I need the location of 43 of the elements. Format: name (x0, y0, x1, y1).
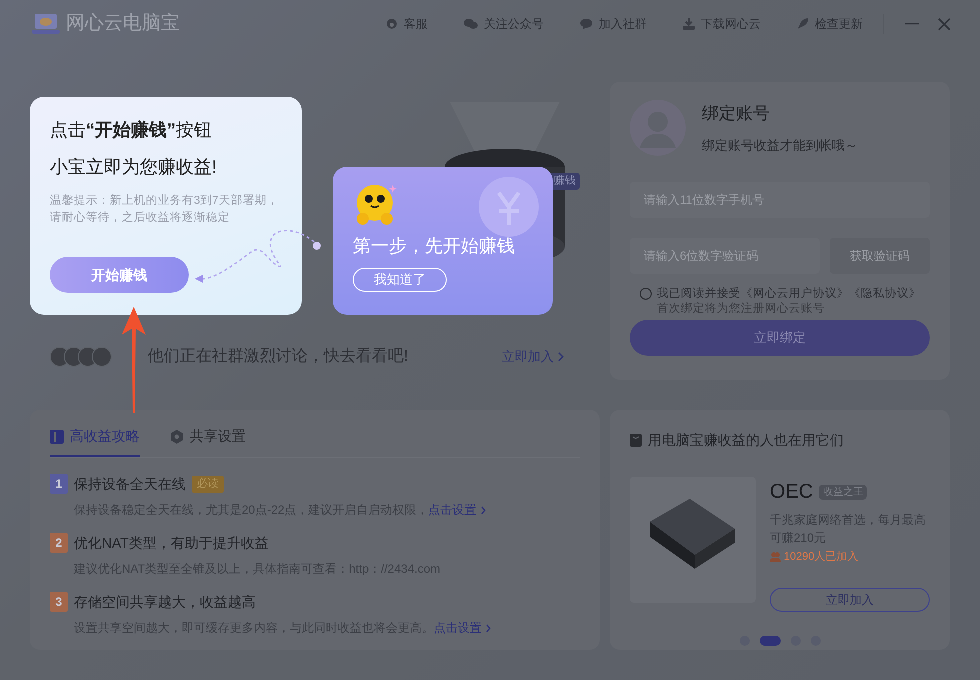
start-earning-button[interactable]: 开始赚钱 (50, 257, 189, 293)
yen-coin-icon (479, 177, 539, 237)
tip-title: 存储空间共享越大，收益越高 (74, 593, 256, 612)
bind-subtitle: 绑定账号收益才能到帐哦～ (702, 137, 858, 155)
tip-title: 保持设备全天在线 (74, 475, 186, 494)
chat-icon (580, 18, 593, 30)
agreement-text: 我已阅读并接受《网心云用户协议》《隐私协议》 (657, 286, 921, 302)
bubble-text: 第一步，先开始赚钱 (353, 235, 516, 258)
bind-button[interactable]: 立即绑定 (630, 320, 930, 356)
minimize-icon (905, 23, 919, 25)
tab[interactable]: 共享设置 (170, 426, 246, 457)
step-number: 3 (50, 592, 68, 612)
chevron-right-icon (558, 352, 564, 362)
guide-tip: 温馨提示：新上机的业务有3到7天部署期，请耐心等待，之后收益将逐渐稳定 (50, 193, 280, 226)
chat-bubbles-icon (464, 18, 478, 30)
step-number: 1 (50, 474, 68, 494)
step-number: 2 (50, 533, 68, 553)
settings-link[interactable]: 点击设置 (428, 501, 486, 519)
device-tag: 赚钱 (550, 173, 580, 190)
close-icon (938, 18, 950, 30)
app-title: 网心云电脑宝 (66, 12, 180, 36)
got-it-button[interactable]: 我知道了 (353, 268, 447, 292)
chevron-right-icon (480, 506, 486, 514)
settings-link[interactable]: 点击设置 (434, 619, 491, 637)
book-icon (50, 430, 64, 444)
guide-title: 点击“开始赚钱”按钮 (50, 119, 213, 142)
products-title: 用电脑宝赚收益的人也在用它们 (648, 431, 844, 450)
guide-subtitle: 小宝立即为您赚收益! (50, 156, 218, 179)
tip-title: 优化NAT类型，有助于提升收益 (74, 534, 269, 553)
agree-checkbox[interactable] (640, 288, 652, 300)
hexagon-gear-icon (170, 430, 184, 444)
joined-count: 10290人已加入 (784, 550, 859, 565)
bind-title: 绑定账号 (702, 102, 771, 124)
product-name: OEC (770, 480, 814, 505)
tab[interactable]: 高收益攻略 (50, 426, 140, 457)
laptop-logo-icon (32, 13, 60, 35)
close-button[interactable] (936, 16, 952, 32)
get-code-button[interactable]: 获取验证码 (830, 238, 930, 274)
chevron-right-icon (486, 624, 491, 632)
people-icon (770, 552, 781, 562)
avatar (92, 347, 112, 367)
download-icon (683, 18, 695, 30)
shopping-bag-icon (630, 434, 642, 447)
